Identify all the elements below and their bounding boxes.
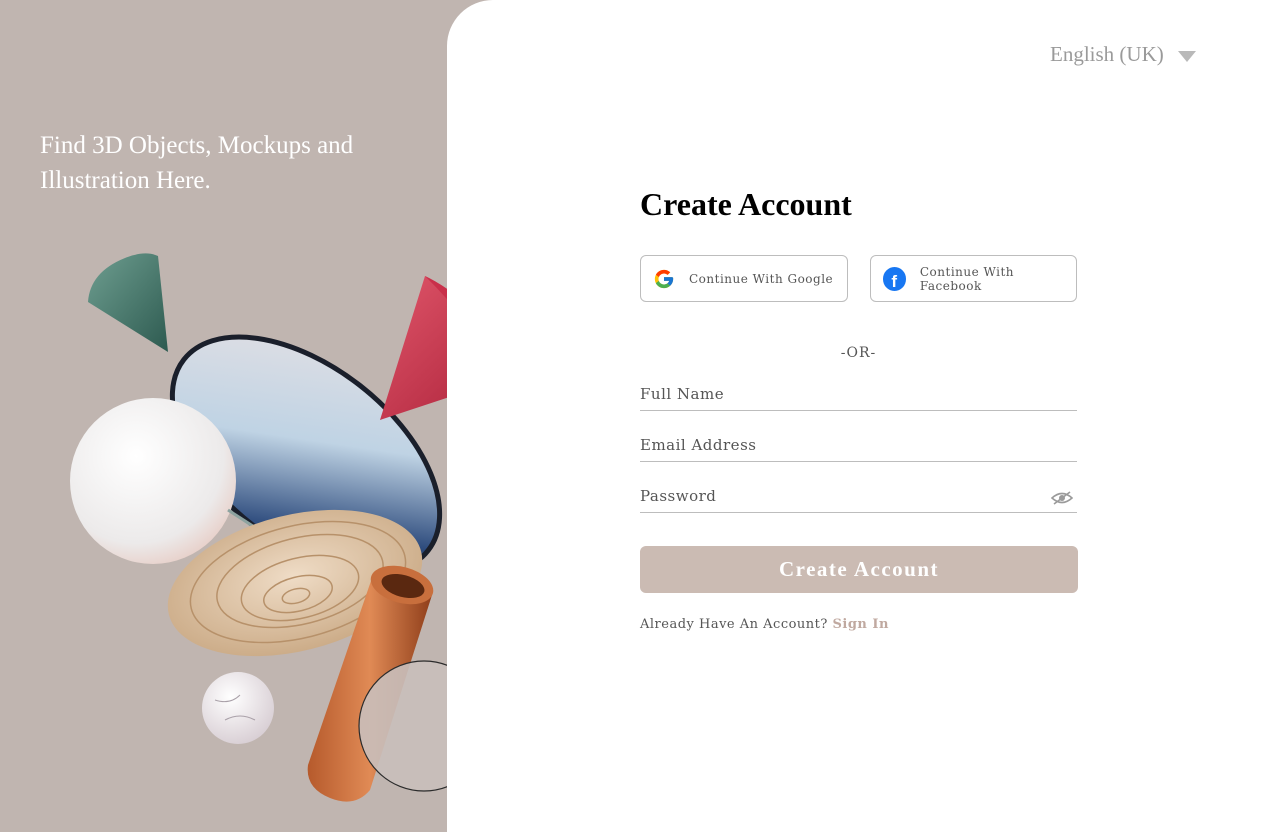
google-login-button[interactable]: Continue With Google bbox=[640, 255, 848, 302]
facebook-login-label: Continue With Facebook bbox=[919, 264, 1015, 293]
google-login-label: Continue With Google bbox=[689, 271, 834, 286]
email-field-wrapper bbox=[640, 430, 1077, 462]
password-field-wrapper bbox=[640, 481, 1077, 513]
signin-prompt-row: Already Have An Account? Sign In bbox=[640, 617, 1077, 632]
create-account-button[interactable]: Create Account bbox=[640, 546, 1078, 593]
google-icon bbox=[654, 269, 674, 288]
facebook-icon: f bbox=[882, 266, 906, 291]
eye-slash-icon[interactable] bbox=[1051, 491, 1073, 505]
signin-prompt-text: Already Have An Account? bbox=[640, 617, 828, 632]
sign-in-link[interactable]: Sign In bbox=[833, 617, 889, 632]
signup-form: Create Account Continue With Google f Co… bbox=[640, 184, 1078, 632]
form-panel: English (UK) Create Account Continue Wit… bbox=[447, 0, 1280, 832]
language-label: English (UK) bbox=[1050, 42, 1164, 66]
password-input[interactable] bbox=[640, 481, 1077, 511]
full-name-input[interactable] bbox=[640, 379, 1077, 409]
page-title: Create Account bbox=[640, 186, 852, 222]
facebook-login-button[interactable]: f Continue With Facebook bbox=[869, 255, 1077, 302]
chevron-down-icon bbox=[1177, 51, 1196, 62]
language-selector[interactable]: English (UK) bbox=[1050, 42, 1196, 67]
social-login-row: Continue With Google f Continue With Fac… bbox=[640, 255, 1077, 302]
or-separator: -OR- bbox=[840, 345, 877, 361]
full-name-field-wrapper bbox=[640, 379, 1077, 411]
email-input[interactable] bbox=[640, 430, 1077, 460]
